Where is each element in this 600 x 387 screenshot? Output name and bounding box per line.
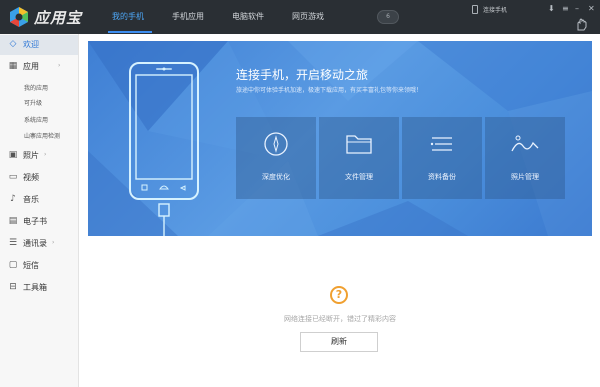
sidebar-subitem-upgradable[interactable]: 可升级 xyxy=(24,98,42,107)
sidebar-item-apps[interactable]: ▦ 应用 › xyxy=(0,57,78,77)
sidebar-item-label: 视频 xyxy=(23,173,39,182)
sidebar-subitem-my-apps[interactable]: 我的应用 xyxy=(24,83,48,92)
optimize-icon xyxy=(264,132,288,156)
title-bar: 应用宝 我的手机 手机应用 电脑软件 网页游戏 6 连接手机 ⬇ ≡ – ✕ xyxy=(0,0,600,34)
chevron-right-icon: › xyxy=(52,239,55,246)
sidebar-item-ebook[interactable]: ▤ 电子书 xyxy=(0,212,78,232)
ebook-icon: ▤ xyxy=(8,216,18,226)
apps-icon: ▦ xyxy=(8,61,18,71)
sidebar-item-sms[interactable]: ▢ 短信 xyxy=(0,256,78,276)
card-label: 深度优化 xyxy=(262,173,290,181)
card-label: 资料备份 xyxy=(428,173,456,181)
sidebar-item-video[interactable]: ▭ 视频 xyxy=(0,168,78,188)
card-file-manager[interactable]: 文件管理 xyxy=(319,117,399,199)
tab-web-games[interactable]: 网页游戏 xyxy=(292,11,324,22)
toolbox-icon: ⊟ xyxy=(9,282,17,292)
sidebar-item-label: 电子书 xyxy=(23,217,47,226)
sidebar-subitem-system-apps[interactable]: 系统应用 xyxy=(24,115,48,124)
banner-subtitle: 旅途中你可体验手机加速，极速下载应用，有买丰富礼包等你来领哦！ xyxy=(236,87,423,94)
chevron-right-icon: › xyxy=(58,62,61,69)
banner-title: 连接手机，开启移动之旅 xyxy=(236,68,369,82)
search-button[interactable]: 6 xyxy=(377,10,399,24)
app-logo-icon xyxy=(10,7,28,27)
phone-illustration-icon xyxy=(129,62,199,236)
photo-manage-icon xyxy=(511,135,539,152)
tab-my-phone[interactable]: 我的手机 xyxy=(112,11,144,22)
sidebar-item-toolbox[interactable]: ⊟ 工具箱 xyxy=(0,278,78,298)
connect-phone-banner: 连接手机，开启移动之旅 旅途中你可体验手机加速，极速下载应用，有买丰富礼包等你来… xyxy=(88,41,592,236)
sidebar-item-label: 应用 xyxy=(23,62,39,71)
warning-icon: ? xyxy=(330,286,348,304)
music-icon: ♪ xyxy=(10,194,16,204)
chevron-right-icon: › xyxy=(44,151,47,158)
refresh-button[interactable]: 刷新 xyxy=(300,332,378,352)
sidebar-item-label: 欢迎 xyxy=(23,40,39,49)
sidebar-item-label: 工具箱 xyxy=(23,283,47,292)
card-label: 照片管理 xyxy=(511,173,539,181)
connect-phone-link[interactable]: 连接手机 xyxy=(483,5,507,14)
network-status-message: 网络连接已经断开，错过了精彩内容 xyxy=(284,315,396,323)
app-title: 应用宝 xyxy=(34,9,83,27)
card-photo-manager[interactable]: 照片管理 xyxy=(485,117,565,199)
sidebar-item-label: 短信 xyxy=(23,261,39,270)
sidebar-item-label: 通讯录 xyxy=(23,239,47,248)
sidebar-subitem-copycat-check[interactable]: 山寨应用检测 xyxy=(24,131,60,140)
close-icon[interactable]: ✕ xyxy=(588,5,595,13)
sidebar-item-welcome[interactable]: ◇ 欢迎 xyxy=(0,35,78,55)
minimize-icon[interactable]: – xyxy=(575,5,579,13)
backup-icon xyxy=(430,137,452,151)
sidebar-item-photos[interactable]: ▣ 照片 › xyxy=(0,146,78,166)
welcome-icon: ◇ xyxy=(9,39,17,49)
photo-icon: ▣ xyxy=(8,150,18,160)
sidebar: ◇ 欢迎 ▦ 应用 › 我的应用 可升级 系统应用 山寨应用检测 ▣ 照片 › … xyxy=(0,34,79,387)
sidebar-item-contacts[interactable]: ☰ 通讯录 › xyxy=(0,234,78,254)
sidebar-item-label: 照片 xyxy=(23,151,39,160)
menu-icon[interactable]: ≡ xyxy=(562,5,569,13)
tab-pc-software[interactable]: 电脑软件 xyxy=(232,11,264,22)
sms-icon: ▢ xyxy=(8,260,18,270)
video-icon: ▭ xyxy=(8,172,18,182)
sidebar-item-music[interactable]: ♪ 音乐 xyxy=(0,190,78,210)
contacts-icon: ☰ xyxy=(8,238,18,248)
tab-phone-apps[interactable]: 手机应用 xyxy=(172,11,204,22)
sidebar-item-label: 音乐 xyxy=(23,195,39,204)
card-label: 文件管理 xyxy=(345,173,373,181)
hand-icon[interactable] xyxy=(575,17,587,31)
card-deep-optimize[interactable]: 深度优化 xyxy=(236,117,316,199)
active-tab-indicator xyxy=(108,31,152,33)
download-icon[interactable]: ⬇ xyxy=(548,5,555,13)
phone-icon xyxy=(472,5,478,14)
card-data-backup[interactable]: 资料备份 xyxy=(402,117,482,199)
folder-icon xyxy=(346,135,372,154)
